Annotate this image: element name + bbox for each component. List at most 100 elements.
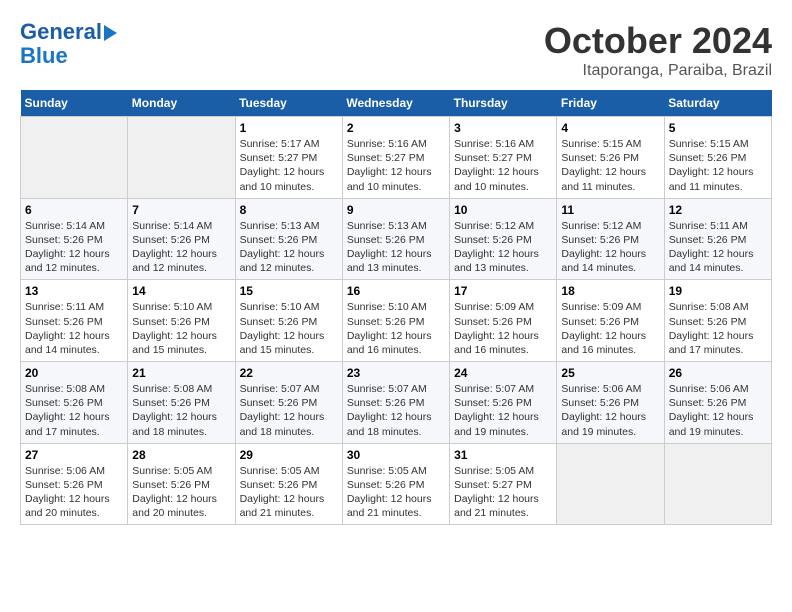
calendar-cell: 13 Sunrise: 5:11 AMSunset: 5:26 PMDayligh…: [21, 280, 128, 362]
cell-info: Sunrise: 5:13 AMSunset: 5:26 PMDaylight:…: [347, 220, 432, 275]
day-number: 5: [669, 121, 767, 135]
month-title: October 2024: [544, 20, 772, 62]
day-number: 9: [347, 203, 445, 217]
logo: General Blue: [20, 20, 117, 68]
cell-info: Sunrise: 5:16 AMSunset: 5:27 PMDaylight:…: [454, 138, 539, 193]
cell-info: Sunrise: 5:06 AMSunset: 5:26 PMDaylight:…: [669, 383, 754, 438]
day-number: 23: [347, 366, 445, 380]
calendar-cell: 7Sunrise: 5:14 AMSunset: 5:26 PMDaylight…: [128, 198, 235, 280]
cell-info: Sunrise: 5:11 AMSunset: 5:26 PMDaylight:…: [25, 301, 110, 356]
calendar-cell: 17 Sunrise: 5:09 AMSunset: 5:26 PMDayligh…: [450, 280, 557, 362]
calendar-cell: 11 Sunrise: 5:12 AMSunset: 5:26 PMDayligh…: [557, 198, 664, 280]
calendar-cell: 9 Sunrise: 5:13 AMSunset: 5:26 PMDaylight…: [342, 198, 449, 280]
day-number: 22: [240, 366, 338, 380]
weekday-header: Monday: [128, 90, 235, 117]
calendar-cell: 25 Sunrise: 5:06 AMSunset: 5:26 PMDayligh…: [557, 362, 664, 444]
cell-info: Sunrise: 5:15 AMSunset: 5:26 PMDaylight:…: [561, 138, 646, 193]
day-number: 14: [132, 284, 230, 298]
day-number: 30: [347, 448, 445, 462]
day-number: 17: [454, 284, 552, 298]
cell-info: Sunrise: 5:11 AMSunset: 5:26 PMDaylight:…: [669, 220, 754, 275]
day-number: 19: [669, 284, 767, 298]
calendar-cell: 18Sunrise: 5:09 AMSunset: 5:26 PMDayligh…: [557, 280, 664, 362]
day-number: 21: [132, 366, 230, 380]
day-number: 13: [25, 284, 123, 298]
cell-info: Sunrise: 5:14 AMSunset: 5:26 PMDaylight:…: [25, 220, 110, 275]
day-number: 3: [454, 121, 552, 135]
title-section: October 2024 Itaporanga, Paraiba, Brazil: [544, 20, 772, 80]
calendar-cell: 8 Sunrise: 5:13 AMSunset: 5:26 PMDaylight…: [235, 198, 342, 280]
calendar-cell: 29 Sunrise: 5:05 AMSunset: 5:26 PMDayligh…: [235, 443, 342, 525]
cell-info: Sunrise: 5:08 AMSunset: 5:26 PMDaylight:…: [25, 383, 110, 438]
weekday-header: Sunday: [21, 90, 128, 117]
cell-info: Sunrise: 5:14 AMSunset: 5:26 PMDaylight:…: [132, 220, 217, 275]
cell-info: Sunrise: 5:05 AMSunset: 5:26 PMDaylight:…: [132, 465, 217, 520]
cell-info: Sunrise: 5:12 AMSunset: 5:26 PMDaylight:…: [454, 220, 539, 275]
calendar-cell: 30 Sunrise: 5:05 AMSunset: 5:26 PMDayligh…: [342, 443, 449, 525]
cell-info: Sunrise: 5:16 AMSunset: 5:27 PMDaylight:…: [347, 138, 432, 193]
cell-info: Sunrise: 5:07 AMSunset: 5:26 PMDaylight:…: [240, 383, 325, 438]
day-number: 24: [454, 366, 552, 380]
calendar-cell: 3 Sunrise: 5:16 AMSunset: 5:27 PMDaylight…: [450, 117, 557, 199]
calendar-cell: 2 Sunrise: 5:16 AMSunset: 5:27 PMDaylight…: [342, 117, 449, 199]
cell-info: Sunrise: 5:07 AMSunset: 5:26 PMDaylight:…: [347, 383, 432, 438]
calendar-cell: 4Sunrise: 5:15 AMSunset: 5:26 PMDaylight…: [557, 117, 664, 199]
cell-info: Sunrise: 5:15 AMSunset: 5:26 PMDaylight:…: [669, 138, 754, 193]
calendar-cell: 21 Sunrise: 5:08 AMSunset: 5:26 PMDayligh…: [128, 362, 235, 444]
calendar-cell: 10 Sunrise: 5:12 AMSunset: 5:26 PMDayligh…: [450, 198, 557, 280]
calendar-cell: 22 Sunrise: 5:07 AMSunset: 5:26 PMDayligh…: [235, 362, 342, 444]
day-number: 25: [561, 366, 659, 380]
calendar-cell: 19 Sunrise: 5:08 AMSunset: 5:26 PMDayligh…: [664, 280, 771, 362]
cell-info: Sunrise: 5:10 AMSunset: 5:26 PMDaylight:…: [347, 301, 432, 356]
calendar-table: SundayMondayTuesdayWednesdayThursdayFrid…: [20, 90, 772, 525]
calendar-cell: [664, 443, 771, 525]
calendar-cell: 26Sunrise: 5:06 AMSunset: 5:26 PMDayligh…: [664, 362, 771, 444]
cell-info: Sunrise: 5:05 AMSunset: 5:26 PMDaylight:…: [347, 465, 432, 520]
cell-info: Sunrise: 5:09 AMSunset: 5:26 PMDaylight:…: [561, 301, 646, 356]
calendar-cell: [557, 443, 664, 525]
location-subtitle: Itaporanga, Paraiba, Brazil: [544, 62, 772, 80]
cell-info: Sunrise: 5:10 AMSunset: 5:26 PMDaylight:…: [240, 301, 325, 356]
cell-info: Sunrise: 5:09 AMSunset: 5:26 PMDaylight:…: [454, 301, 539, 356]
day-number: 29: [240, 448, 338, 462]
page-header: General Blue October 2024 Itaporanga, Pa…: [20, 20, 772, 80]
calendar-cell: [128, 117, 235, 199]
cell-info: Sunrise: 5:05 AMSunset: 5:27 PMDaylight:…: [454, 465, 539, 520]
calendar-cell: 27 Sunrise: 5:06 AMSunset: 5:26 PMDayligh…: [21, 443, 128, 525]
calendar-body: 1Sunrise: 5:17 AMSunset: 5:27 PMDaylight…: [21, 117, 772, 525]
day-number: 10: [454, 203, 552, 217]
cell-info: Sunrise: 5:17 AMSunset: 5:27 PMDaylight:…: [240, 138, 325, 193]
calendar-cell: 31Sunrise: 5:05 AMSunset: 5:27 PMDayligh…: [450, 443, 557, 525]
day-number: 27: [25, 448, 123, 462]
logo-text-blue: Blue: [20, 44, 68, 68]
day-number: 12: [669, 203, 767, 217]
weekday-header: Wednesday: [342, 90, 449, 117]
calendar-cell: 23 Sunrise: 5:07 AMSunset: 5:26 PMDayligh…: [342, 362, 449, 444]
calendar-cell: [21, 117, 128, 199]
calendar-cell: 24 Sunrise: 5:07 AMSunset: 5:26 PMDayligh…: [450, 362, 557, 444]
logo-arrow-icon: [104, 25, 117, 41]
cell-info: Sunrise: 5:08 AMSunset: 5:26 PMDaylight:…: [669, 301, 754, 356]
cell-info: Sunrise: 5:07 AMSunset: 5:26 PMDaylight:…: [454, 383, 539, 438]
cell-info: Sunrise: 5:06 AMSunset: 5:26 PMDaylight:…: [25, 465, 110, 520]
cell-info: Sunrise: 5:08 AMSunset: 5:26 PMDaylight:…: [132, 383, 217, 438]
day-number: 2: [347, 121, 445, 135]
calendar-header: SundayMondayTuesdayWednesdayThursdayFrid…: [21, 90, 772, 117]
weekday-header: Saturday: [664, 90, 771, 117]
cell-info: Sunrise: 5:10 AMSunset: 5:26 PMDaylight:…: [132, 301, 217, 356]
day-number: 20: [25, 366, 123, 380]
weekday-header: Friday: [557, 90, 664, 117]
cell-info: Sunrise: 5:13 AMSunset: 5:26 PMDaylight:…: [240, 220, 325, 275]
cell-info: Sunrise: 5:12 AMSunset: 5:26 PMDaylight:…: [561, 220, 646, 275]
cell-info: Sunrise: 5:05 AMSunset: 5:26 PMDaylight:…: [240, 465, 325, 520]
calendar-cell: 28Sunrise: 5:05 AMSunset: 5:26 PMDayligh…: [128, 443, 235, 525]
logo-text-general: General: [20, 20, 102, 44]
calendar-cell: 5 Sunrise: 5:15 AMSunset: 5:26 PMDaylight…: [664, 117, 771, 199]
day-number: 6: [25, 203, 123, 217]
cell-info: Sunrise: 5:06 AMSunset: 5:26 PMDaylight:…: [561, 383, 646, 438]
day-number: 11: [561, 203, 659, 217]
day-number: 8: [240, 203, 338, 217]
calendar-cell: 12 Sunrise: 5:11 AMSunset: 5:26 PMDayligh…: [664, 198, 771, 280]
calendar-cell: 14 Sunrise: 5:10 AMSunset: 5:26 PMDayligh…: [128, 280, 235, 362]
calendar-cell: 6 Sunrise: 5:14 AMSunset: 5:26 PMDaylight…: [21, 198, 128, 280]
